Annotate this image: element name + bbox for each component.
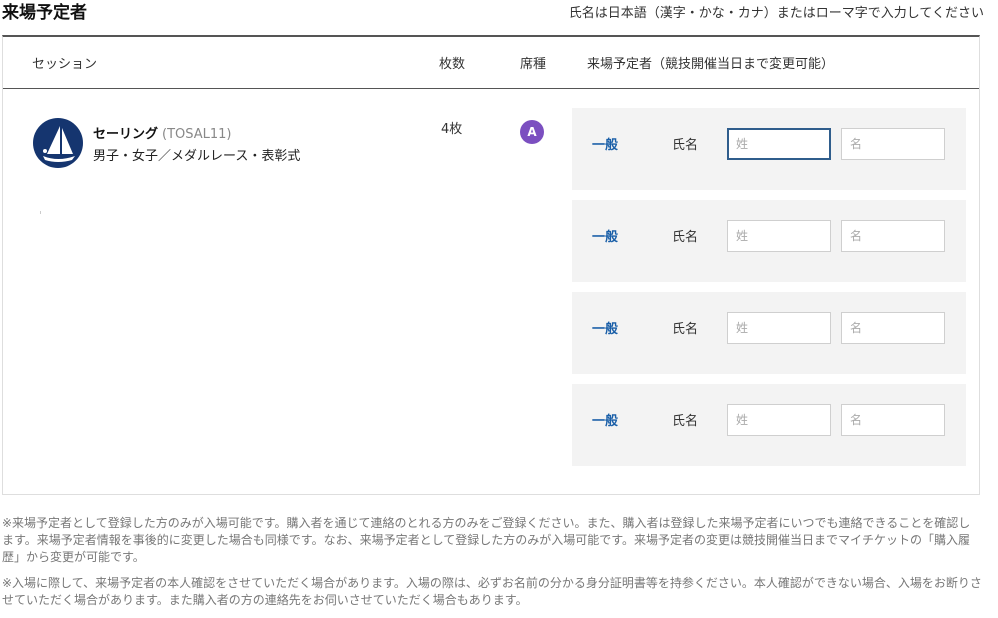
visitor-row: 一般 氏名	[572, 200, 966, 282]
first-name-input[interactable]	[841, 312, 945, 344]
session-code: (TOSAL11)	[162, 127, 232, 142]
visitor-row: 一般 氏名	[572, 292, 966, 374]
visitor-type: 一般	[592, 414, 619, 429]
name-label: 氏名	[672, 230, 699, 245]
visitor-type: 一般	[592, 138, 619, 153]
session-name: セーリング	[93, 127, 159, 142]
name-format-note: 氏名は日本語（漢字・かな・カナ）またはローマ字で入力してください	[568, 6, 984, 21]
column-header-seat: 席種	[520, 57, 547, 72]
table-header: セッション 枚数 席種 来場予定者（競技開催当日まで変更可能）	[3, 37, 979, 89]
visitor-type: 一般	[592, 322, 619, 337]
first-name-input[interactable]	[841, 404, 945, 436]
name-label: 氏名	[672, 322, 699, 337]
divider-mark	[40, 211, 41, 214]
first-name-input[interactable]	[841, 128, 945, 160]
registration-note: ※来場予定者として登録した方のみが入場可能です。購入者を通じて連絡のとれる方のみ…	[2, 516, 971, 564]
session-description: 男子・女子／メダルレース・表彰式	[93, 149, 301, 164]
notes: ※来場予定者として登録した方のみが入場可能です。購入者を通じて連絡のとれる方のみ…	[2, 515, 982, 618]
last-name-input[interactable]	[727, 312, 831, 344]
visitor-type: 一般	[592, 230, 619, 245]
last-name-input[interactable]	[727, 220, 831, 252]
name-label: 氏名	[672, 138, 699, 153]
page-title: 来場予定者	[2, 3, 87, 23]
visitor-row: 一般 氏名	[572, 108, 966, 190]
column-header-visitor: 来場予定者（競技開催当日まで変更可能）	[587, 57, 835, 72]
session-title: セーリング (TOSAL11)	[93, 123, 232, 142]
name-label: 氏名	[672, 414, 699, 429]
first-name-input[interactable]	[841, 220, 945, 252]
seat-type-badge: A	[520, 120, 544, 144]
sailing-icon	[33, 118, 83, 168]
column-header-count: 枚数	[439, 57, 466, 72]
visitor-row: 一般 氏名	[572, 384, 966, 466]
last-name-input[interactable]	[727, 128, 831, 160]
last-name-input[interactable]	[727, 404, 831, 436]
ticket-count: 4枚	[441, 122, 463, 137]
visitor-panel: セッション 枚数 席種 来場予定者（競技開催当日まで変更可能） セーリング (TO…	[2, 35, 980, 495]
column-header-session: セッション	[32, 57, 98, 72]
identity-check-note: ※入場に際して、来場予定者の本人確認をさせていただく場合があります。入場の際は、…	[2, 576, 982, 607]
